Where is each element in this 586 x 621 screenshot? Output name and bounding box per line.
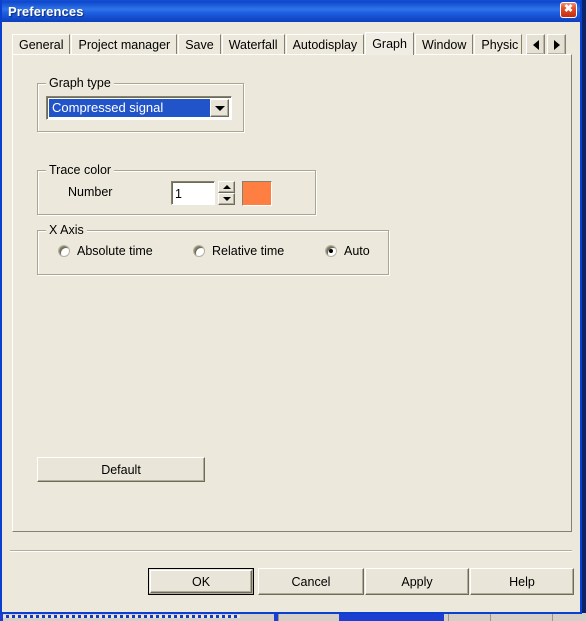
tab-save[interactable]: Save (178, 34, 221, 55)
tab-physics[interactable]: Physic (474, 34, 523, 55)
radio-relative-time[interactable]: Relative time (193, 244, 284, 258)
title-bar[interactable]: Preferences ✖ (2, 0, 580, 22)
cancel-button[interactable]: Cancel (258, 568, 364, 595)
tab-general[interactable]: General (12, 34, 71, 55)
tab-autodisplay[interactable]: Autodisplay (285, 34, 365, 55)
left-arrow-icon (532, 39, 539, 50)
trace-color-group-title: Trace color (46, 163, 115, 177)
chevron-down-icon (214, 105, 225, 111)
preferences-dialog: Preferences ✖ General Project manager Sa… (0, 0, 582, 614)
graph-type-group-title: Graph type (46, 76, 114, 90)
tab-graph[interactable]: Graph (365, 32, 414, 55)
background-window-dotted-edge (0, 615, 240, 618)
tab-scroll-buttons (524, 34, 567, 55)
radio-indicator-absolute-time (58, 245, 70, 257)
graph-type-selected-value: Compressed signal (49, 99, 210, 117)
right-arrow-icon (553, 39, 560, 50)
trace-number-stepper[interactable] (218, 181, 235, 205)
window-title: Preferences (8, 3, 84, 19)
trace-number-increment-button[interactable] (218, 181, 235, 193)
trace-number-input[interactable] (171, 181, 215, 205)
default-button[interactable]: Default (37, 457, 205, 482)
trace-color-swatch[interactable] (242, 181, 272, 206)
screen-root: Preferences ✖ General Project manager Sa… (0, 0, 586, 621)
background-window-blue-left (0, 613, 3, 621)
tab-scroll-right-button[interactable] (547, 34, 567, 55)
graph-type-combobox[interactable]: Compressed signal (46, 96, 232, 120)
x-axis-groupbox: X Axis Absolute time Relative time Auto (37, 223, 389, 275)
down-arrow-icon (222, 197, 231, 201)
tab-scroll-left-button[interactable] (526, 34, 546, 55)
close-icon[interactable]: ✖ (560, 2, 577, 18)
radio-label-auto: Auto (344, 244, 370, 258)
help-button[interactable]: Help (470, 568, 574, 595)
ok-button[interactable]: OK (148, 568, 254, 595)
radio-label-relative-time: Relative time (212, 244, 285, 258)
footer-separator (10, 550, 572, 552)
apply-button[interactable]: Apply (365, 568, 469, 595)
radio-indicator-auto (325, 245, 337, 257)
graph-type-dropdown-button[interactable] (210, 99, 229, 117)
radio-label-absolute-time: Absolute time (77, 244, 153, 258)
trace-color-groupbox: Trace color Number (37, 163, 316, 215)
tab-strip: General Project manager Save Waterfall A… (12, 32, 572, 55)
tab-window[interactable]: Window (414, 34, 474, 55)
radio-indicator-relative-time (193, 245, 205, 257)
ok-button-label: OK (150, 570, 252, 593)
background-window-segment-1 (278, 613, 339, 621)
up-arrow-icon (222, 185, 231, 189)
radio-auto[interactable]: Auto (325, 244, 370, 258)
tab-waterfall[interactable]: Waterfall (221, 34, 285, 55)
tab-page-graph: Graph type Compressed signal Trace color… (12, 54, 572, 532)
graph-type-groupbox: Graph type Compressed signal (37, 76, 244, 132)
background-window-strip (0, 613, 586, 621)
trace-number-decrement-button[interactable] (218, 193, 235, 205)
tab-project-manager[interactable]: Project manager (71, 34, 178, 55)
trace-number-label: Number (68, 185, 113, 199)
x-axis-group-title: X Axis (46, 223, 87, 237)
radio-absolute-time[interactable]: Absolute time (58, 244, 153, 258)
title-bar-buttons: ✖ (560, 2, 577, 18)
dialog-client-area: General Project manager Save Waterfall A… (2, 22, 580, 612)
background-window-segment-4 (552, 613, 586, 621)
